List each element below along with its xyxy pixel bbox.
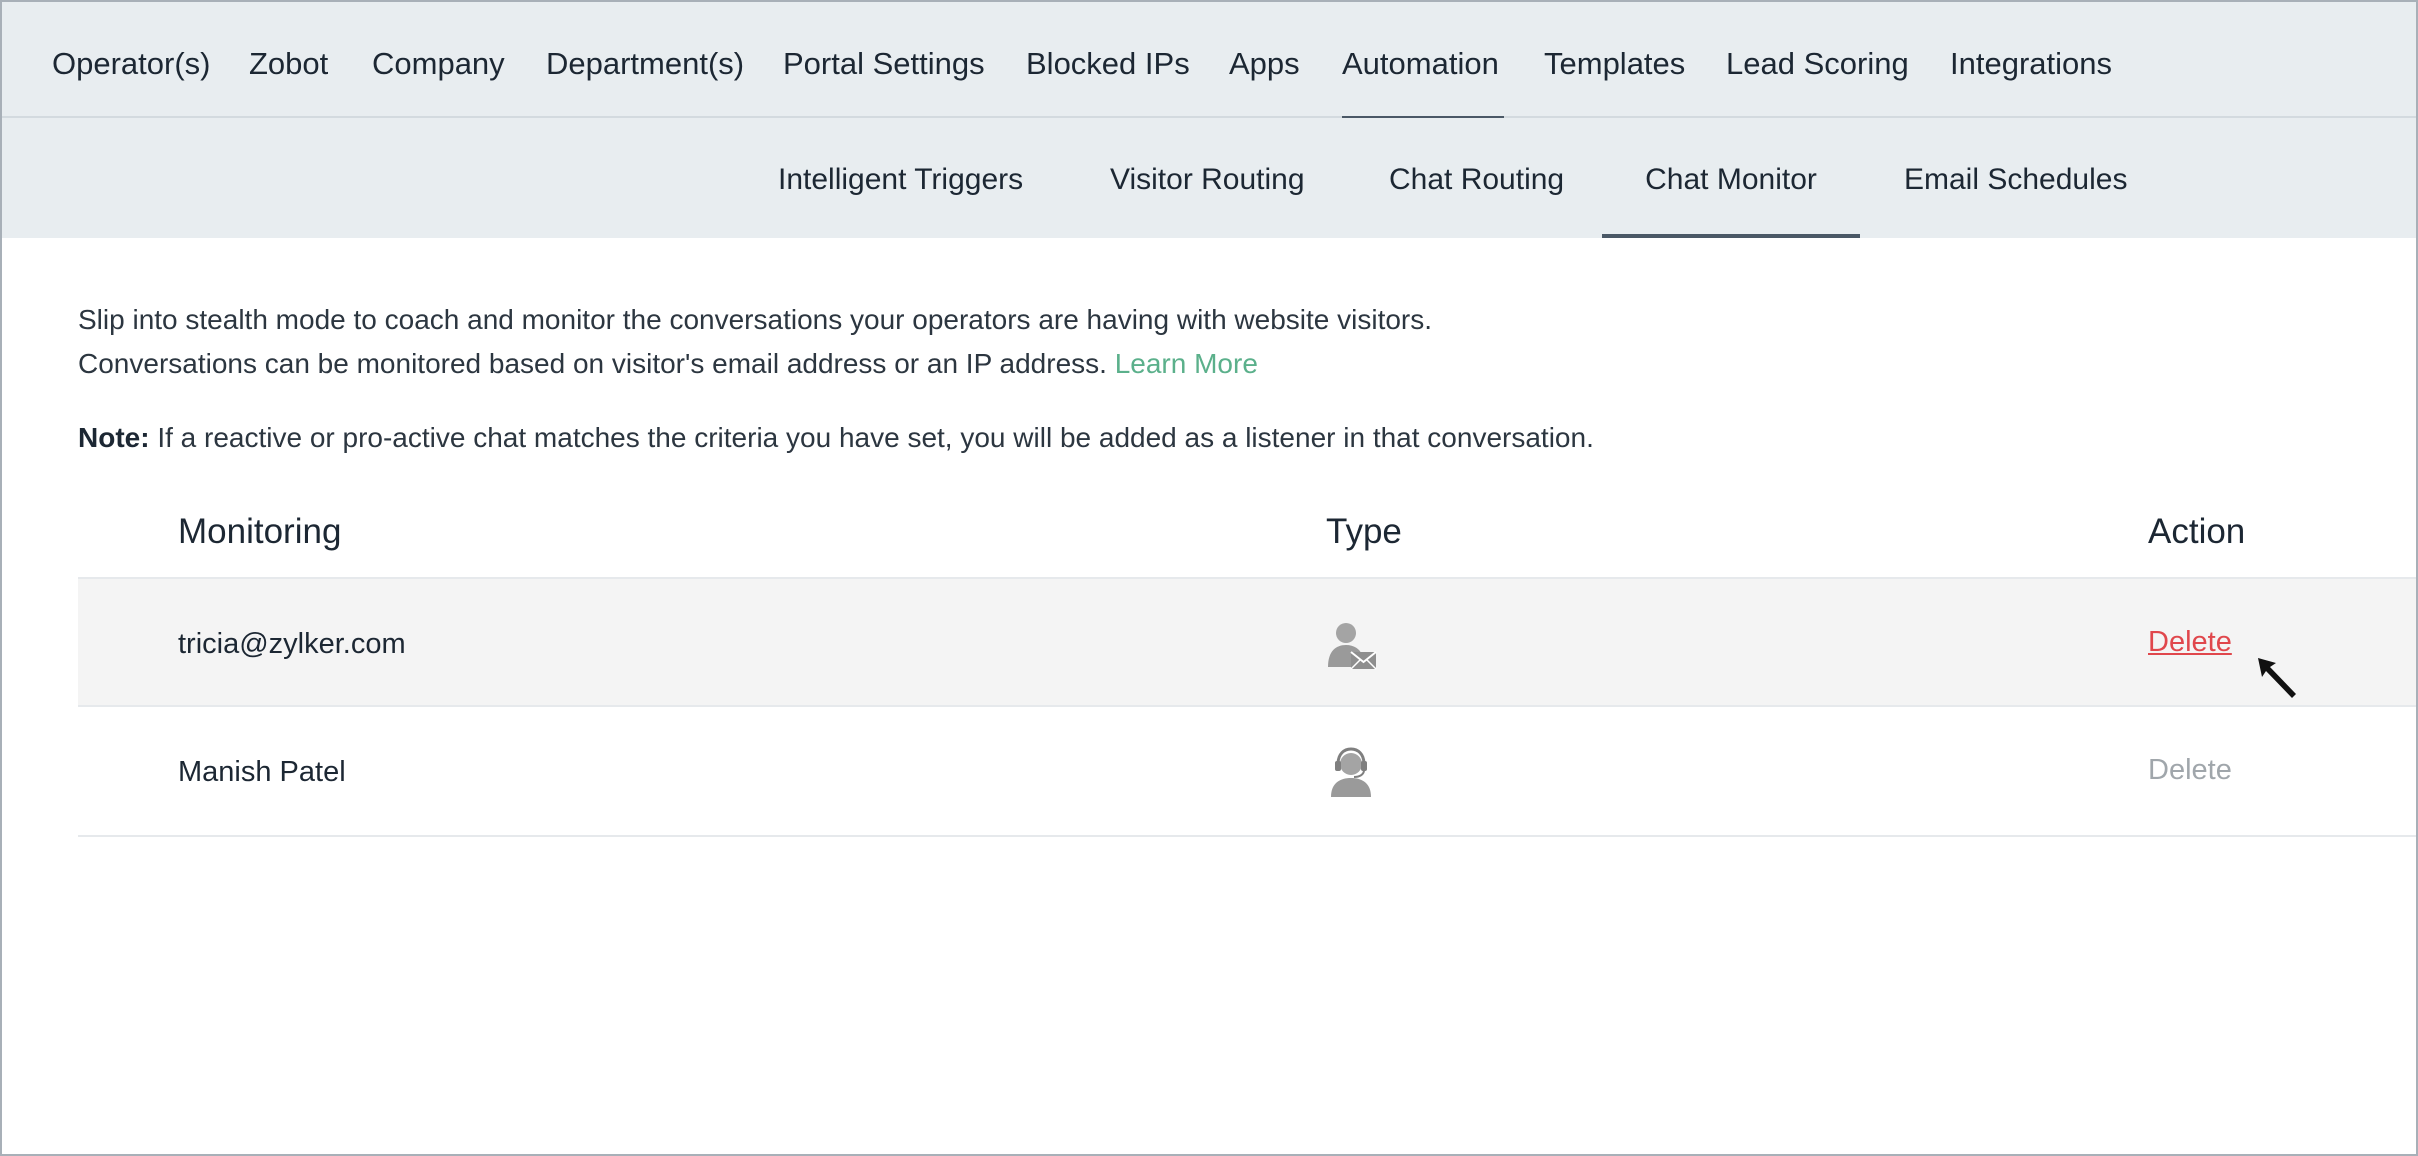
mouse-pointer-icon bbox=[2258, 658, 2296, 698]
delete-link[interactable]: Delete bbox=[2148, 579, 2232, 705]
description-line-1: Slip into stealth mode to coach and moni… bbox=[78, 304, 1433, 335]
note-label: Note: bbox=[78, 422, 150, 453]
header-monitoring: Monitoring bbox=[178, 512, 342, 551]
tab-automation[interactable]: Automation bbox=[1342, 2, 1504, 120]
sub-nav: Intelligent Triggers Visitor Routing Cha… bbox=[2, 118, 2416, 238]
monitor-name: Manish Patel bbox=[178, 756, 346, 788]
note-body: If a reactive or pro-active chat matches… bbox=[149, 422, 1594, 453]
description-text: Conversations can be monitored based on … bbox=[78, 348, 1107, 379]
subtab-visitor-routing[interactable]: Visitor Routing bbox=[1110, 118, 1305, 238]
subtab-chat-routing[interactable]: Chat Routing bbox=[1389, 118, 1564, 238]
header-type: Type bbox=[1326, 512, 1402, 551]
tab-lead-scoring[interactable]: Lead Scoring bbox=[1726, 2, 1909, 118]
note-text: Note: If a reactive or pro-active chat m… bbox=[78, 422, 1594, 454]
learn-more-link[interactable]: Learn More bbox=[1115, 348, 1258, 379]
app-window: Operator(s) Zobot Company Department(s) … bbox=[0, 0, 2418, 1156]
header-action: Action bbox=[2148, 512, 2246, 551]
tab-company[interactable]: Company bbox=[372, 2, 505, 118]
tab-portal-settings[interactable]: Portal Settings bbox=[783, 2, 985, 118]
description-line-2: Conversations can be monitored based on … bbox=[78, 348, 1258, 380]
tab-templates[interactable]: Templates bbox=[1544, 2, 1685, 118]
table-row: tricia@zylker.com Delete bbox=[78, 577, 2416, 707]
operator-headset-icon bbox=[1331, 747, 1371, 797]
subtab-intelligent-triggers[interactable]: Intelligent Triggers bbox=[778, 118, 1023, 238]
tab-blocked-ips[interactable]: Blocked IPs bbox=[1026, 2, 1190, 118]
tab-integrations[interactable]: Integrations bbox=[1950, 2, 2112, 118]
tab-departments[interactable]: Department(s) bbox=[546, 2, 744, 118]
tab-zobot[interactable]: Zobot bbox=[249, 2, 328, 118]
table-row: Manish Patel Delete bbox=[78, 707, 2416, 837]
subtab-chat-monitor[interactable]: Chat Monitor bbox=[1602, 118, 1860, 238]
subtab-email-schedules[interactable]: Email Schedules bbox=[1904, 118, 2127, 238]
visitor-email-icon bbox=[1328, 623, 1377, 670]
top-nav: Operator(s) Zobot Company Department(s) … bbox=[2, 2, 2416, 120]
tab-operators[interactable]: Operator(s) bbox=[52, 2, 210, 118]
delete-link[interactable]: Delete bbox=[2148, 707, 2232, 833]
tab-apps[interactable]: Apps bbox=[1229, 2, 1300, 118]
monitor-name: tricia@zylker.com bbox=[178, 628, 406, 660]
